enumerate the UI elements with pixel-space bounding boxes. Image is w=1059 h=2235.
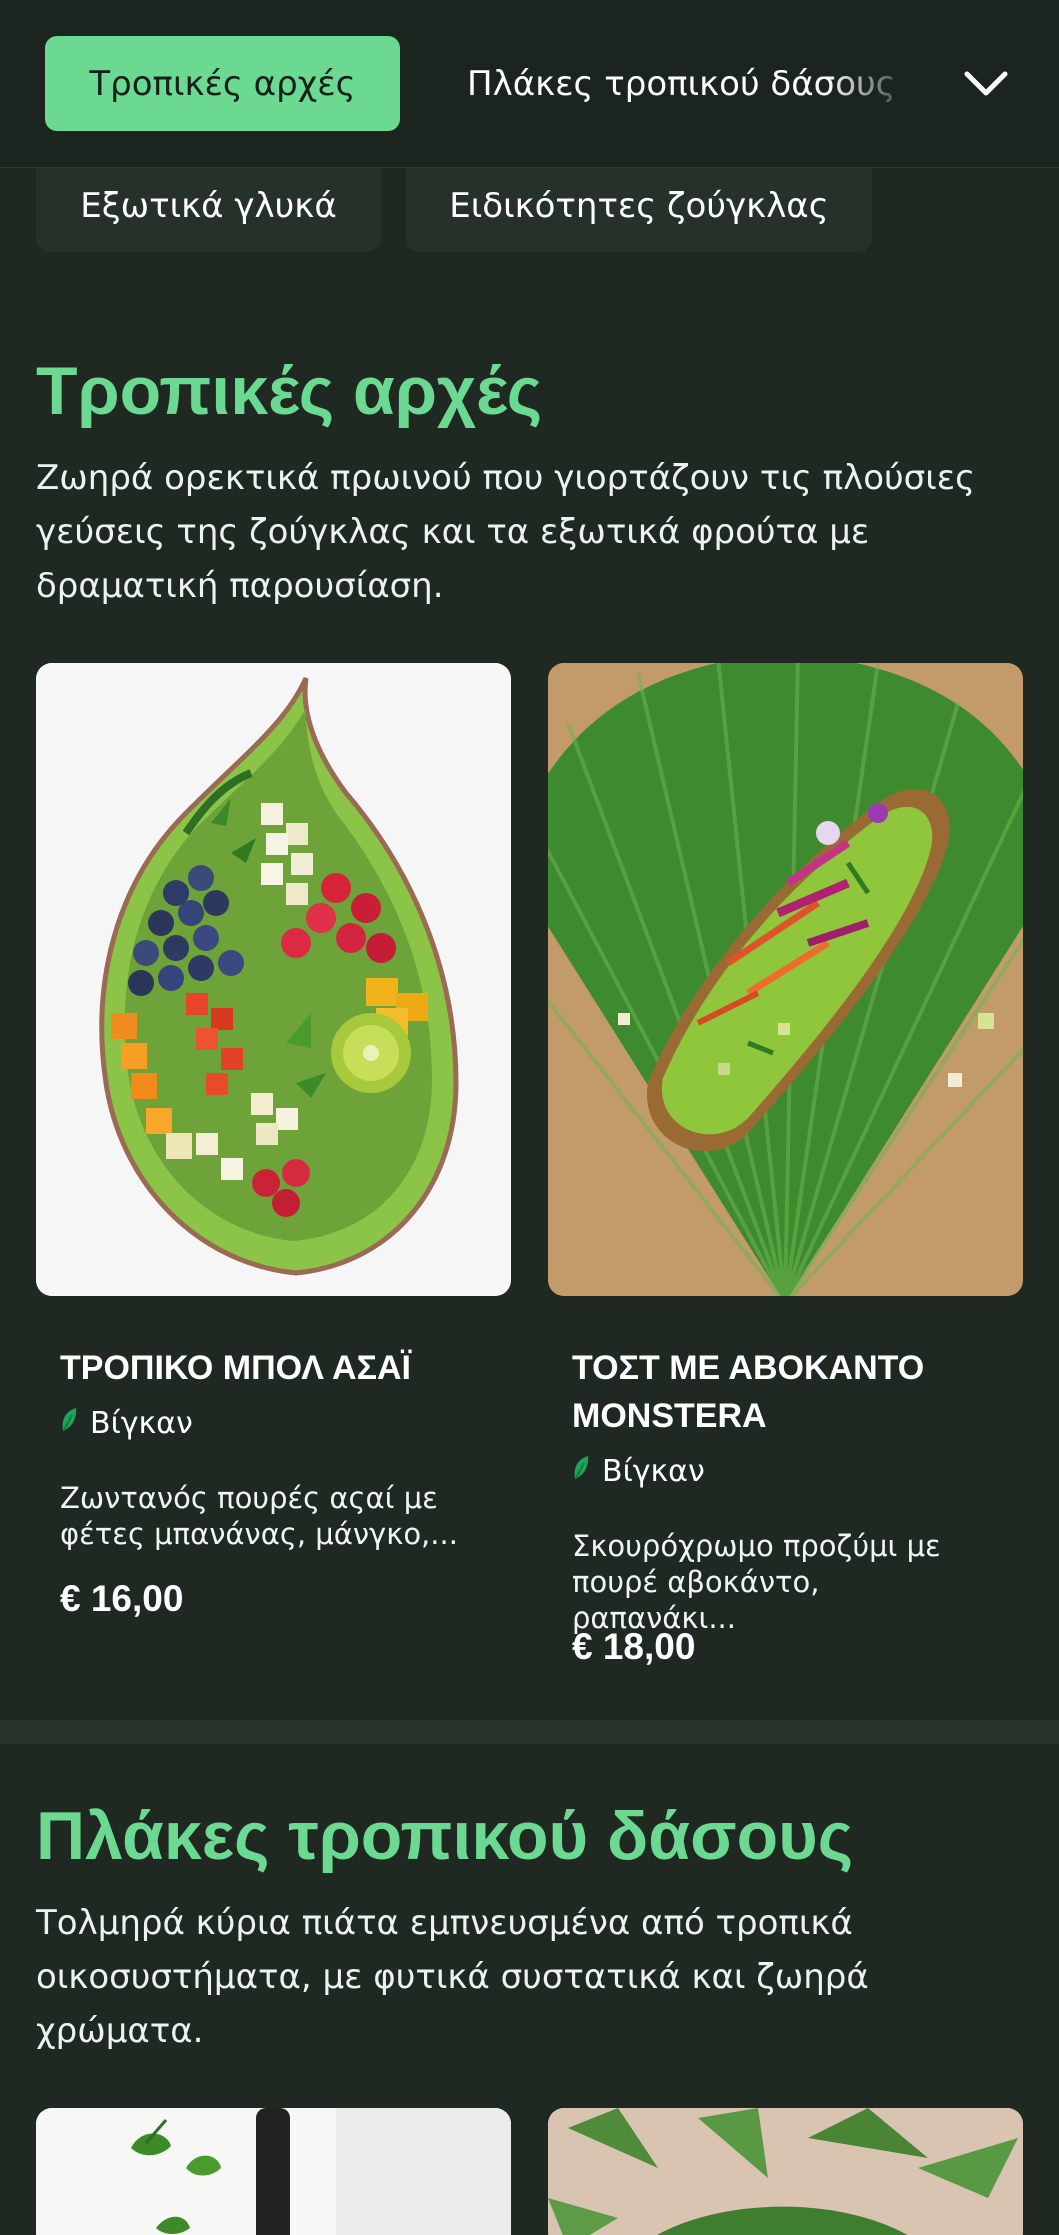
section-divider bbox=[0, 1720, 1059, 1744]
dietary-tag-label: Βίγκαν bbox=[90, 1406, 193, 1441]
leaf-icon bbox=[572, 1454, 590, 1489]
dish-photo[interactable] bbox=[36, 2108, 511, 2235]
tab-jungle-specialties[interactable]: Ειδικότητες ζούγκλας bbox=[406, 160, 872, 252]
category-nav-bar: Τροπικές αρχές Πλάκες τροπικού δάσους bbox=[0, 0, 1059, 168]
tab-rainforest-plates[interactable]: Πλάκες τροπικού δάσους bbox=[467, 36, 917, 131]
menu-item-name: ΤΟΣΤ ΜΕ ΑΒΟΚΑΝΤΟ MONSTERA bbox=[572, 1349, 925, 1435]
leaf-icon bbox=[60, 1406, 78, 1441]
dietary-tag-label: Βίγκαν bbox=[602, 1454, 705, 1489]
menu-item-description: Σκουρόχρωμο προζύμι με πουρέ αβοκάντο, ρ… bbox=[572, 1529, 941, 1635]
menu-item-description: Ζωντανός πουρές αςαί με φέτες μπανάνας, … bbox=[60, 1481, 458, 1551]
acai-bowl-photo[interactable] bbox=[36, 663, 511, 1296]
dietary-tag: Βίγκαν bbox=[572, 1454, 705, 1489]
section-description: Τολμηρά κύρια πιάτα εμπνευσμένα από τροπ… bbox=[36, 1903, 869, 2051]
section-description: Ζωηρά ορεκτικά πρωινού που γιορτάζουν τι… bbox=[36, 458, 976, 606]
dietary-tag: Βίγκαν bbox=[60, 1406, 193, 1441]
avocado-toast-photo[interactable] bbox=[548, 663, 1023, 1296]
tab-tropical-starters[interactable]: Τροπικές αρχές bbox=[45, 36, 400, 131]
menu-item-price: € 18,00 bbox=[572, 1626, 696, 1667]
section-title: Πλάκες τροπικού δάσους bbox=[36, 1798, 854, 1874]
menu-item-price: € 16,00 bbox=[60, 1578, 184, 1619]
chevron-down-icon[interactable] bbox=[960, 58, 1012, 110]
dish-photo[interactable] bbox=[548, 2108, 1023, 2235]
menu-item-name: ΤΡΟΠΙΚΟ ΜΠΟΛ ΑΣΑΪ bbox=[60, 1349, 412, 1387]
section-title: Τροπικές αρχές bbox=[36, 353, 543, 429]
tab-exotic-desserts[interactable]: Εξωτικά γλυκά bbox=[36, 160, 381, 252]
